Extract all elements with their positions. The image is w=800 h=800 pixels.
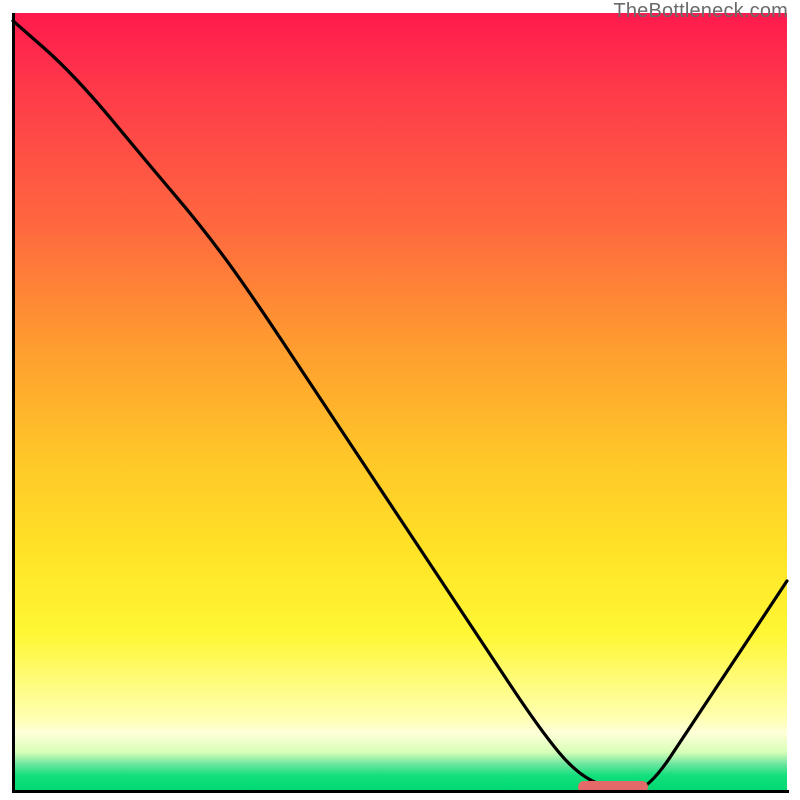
bottleneck-chart: TheBottleneck.com — [0, 0, 800, 800]
y-axis — [12, 13, 15, 793]
x-axis — [12, 790, 789, 793]
bottleneck-curve — [13, 13, 787, 791]
watermark-label: TheBottleneck.com — [613, 0, 788, 23]
